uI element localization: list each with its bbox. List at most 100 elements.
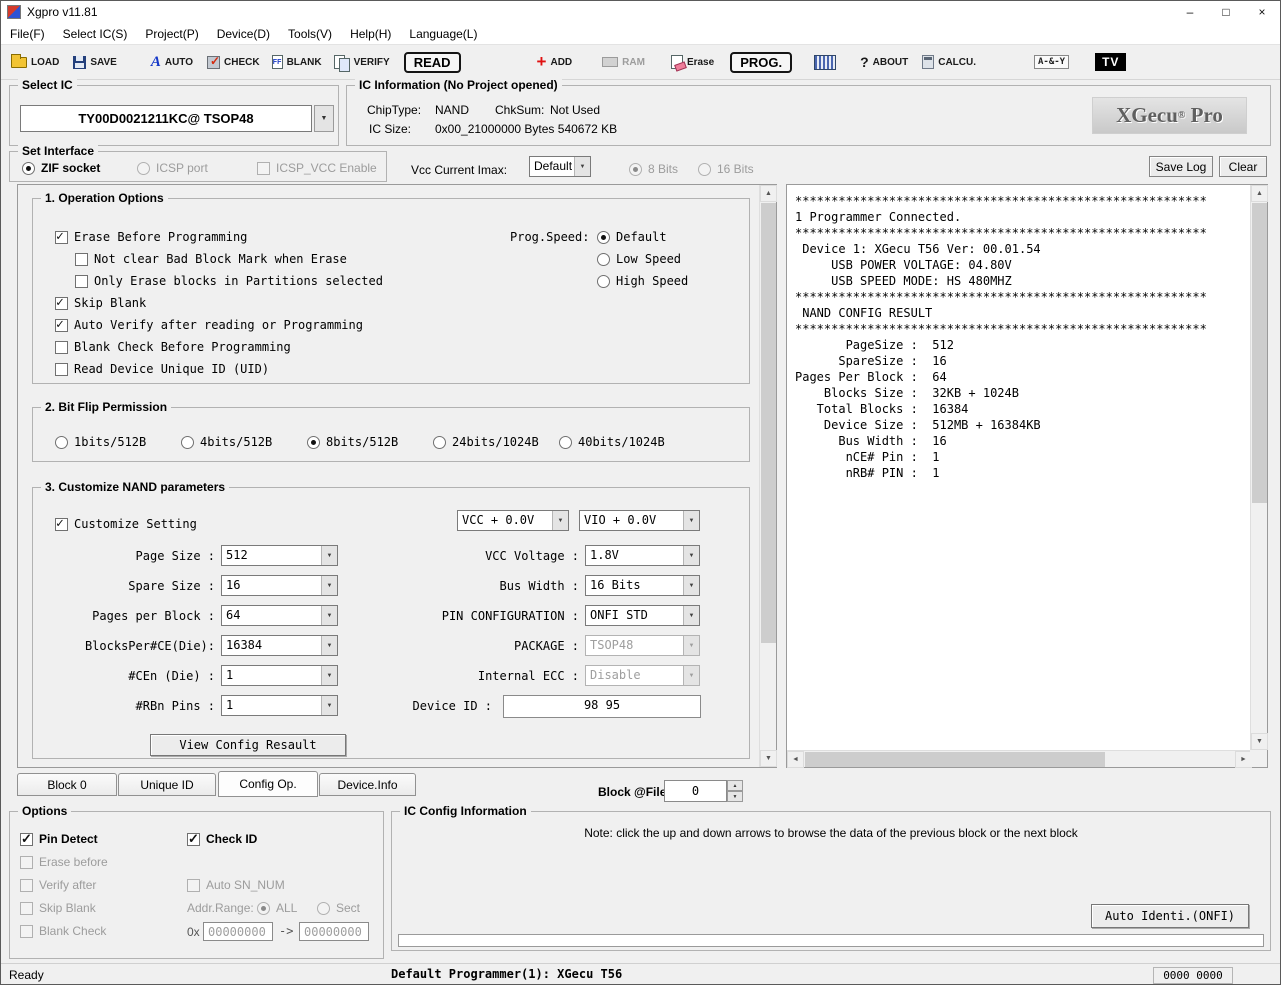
ic-select-combo[interactable]: TY00D0021211KC@ TSOP48 bbox=[20, 105, 312, 132]
menu-project[interactable]: Project(P) bbox=[136, 23, 207, 44]
erase-before-checkbox[interactable]: Erase before bbox=[20, 854, 108, 870]
chevron-down-icon[interactable]: ▼ bbox=[574, 157, 590, 176]
addr-sect-radio[interactable]: Sect bbox=[317, 900, 360, 916]
erase-button[interactable]: Erase bbox=[671, 55, 714, 69]
menu-language[interactable]: Language(L) bbox=[400, 23, 486, 44]
radio-speed-low[interactable]: Low Speed bbox=[597, 251, 681, 267]
checkbox-skip-blank[interactable]: Skip Blank bbox=[55, 295, 146, 311]
menu-file[interactable]: File(F) bbox=[1, 23, 54, 44]
bits8-radio[interactable]: 8 Bits bbox=[629, 161, 678, 177]
check-id-checkbox[interactable]: Check ID bbox=[187, 831, 257, 847]
minimize-button[interactable]: – bbox=[1172, 1, 1208, 23]
calcu-button[interactable]: CALCU. bbox=[922, 55, 976, 69]
bus-width-combo[interactable]: 16 Bits ▼ bbox=[585, 575, 700, 596]
verify-button[interactable]: VERIFY bbox=[334, 55, 390, 70]
checkbox-auto-verify[interactable]: Auto Verify after reading or Programming bbox=[55, 317, 363, 333]
clear-button[interactable]: Clear bbox=[1219, 156, 1267, 177]
pin-configuration-combo[interactable]: ONFI STD ▼ bbox=[585, 605, 700, 626]
addr-from-input[interactable]: 00000000 bbox=[203, 922, 273, 941]
checkbox-customize-setting[interactable]: Customize Setting bbox=[55, 516, 197, 532]
tv-button[interactable]: TV bbox=[1095, 53, 1126, 71]
auto-sn-checkbox[interactable]: Auto SN_NUM bbox=[187, 877, 285, 893]
chevron-down-icon[interactable]: ▼ bbox=[683, 546, 699, 565]
block-file-spinner[interactable]: 0 ▲ ▼ bbox=[664, 780, 743, 802]
ram-button[interactable]: RAM bbox=[602, 57, 645, 68]
log-vscrollbar[interactable]: ▲ ▼ bbox=[1250, 185, 1267, 750]
scroll-up-button[interactable]: ▲ bbox=[760, 185, 777, 202]
vcc-offset-combo[interactable]: VCC + 0.0V ▼ bbox=[457, 510, 569, 531]
icsp-port-radio[interactable]: ICSP port bbox=[137, 160, 208, 176]
cen-die-combo[interactable]: 1 ▼ bbox=[221, 665, 338, 686]
zif-socket-radio[interactable]: ZIF socket bbox=[22, 160, 100, 176]
scrollbar-thumb[interactable] bbox=[1252, 203, 1267, 503]
scroll-up-button[interactable]: ▲ bbox=[1251, 185, 1268, 202]
addr-all-radio[interactable]: ALL bbox=[257, 900, 297, 916]
menu-tools[interactable]: Tools(V) bbox=[279, 23, 341, 44]
auto-button[interactable]: A AUTO bbox=[151, 55, 193, 69]
close-button[interactable]: × bbox=[1244, 1, 1280, 23]
menu-help[interactable]: Help(H) bbox=[341, 23, 400, 44]
chevron-down-icon[interactable]: ▼ bbox=[683, 511, 699, 530]
chevron-down-icon[interactable]: ▼ bbox=[683, 606, 699, 625]
scroll-down-button[interactable]: ▼ bbox=[760, 750, 777, 767]
block-file-input[interactable]: 0 bbox=[664, 780, 727, 802]
checkbox-erase-before-programming[interactable]: Erase Before Programming bbox=[55, 229, 247, 245]
auto-identi-button[interactable]: Auto Identi.(ONFI) bbox=[1091, 904, 1249, 928]
vio-offset-combo[interactable]: VIO + 0.0V ▼ bbox=[579, 510, 700, 531]
checkbox-not-clear-bad-block[interactable]: Not clear Bad Block Mark when Erase bbox=[75, 251, 347, 267]
tab-device-info[interactable]: Device.Info bbox=[319, 773, 416, 796]
checkbox-read-uid[interactable]: Read Device Unique ID (UID) bbox=[55, 361, 269, 377]
spare-size-combo[interactable]: 16 ▼ bbox=[221, 575, 338, 596]
pin-detect-checkbox[interactable]: Pin Detect bbox=[20, 831, 98, 847]
panel-scrollbar[interactable]: ▲ ▼ bbox=[759, 185, 776, 767]
checkbox-only-erase-partitions[interactable]: Only Erase blocks in Partitions selected bbox=[75, 273, 383, 289]
icsp-vcc-checkbox[interactable]: ICSP_VCC Enable bbox=[257, 160, 377, 176]
vcc-voltage-combo[interactable]: 1.8V ▼ bbox=[585, 545, 700, 566]
log-hscrollbar[interactable]: ◄ ► bbox=[787, 750, 1252, 767]
scrollbar-thumb[interactable] bbox=[761, 203, 776, 643]
scroll-down-button[interactable]: ▼ bbox=[1251, 733, 1268, 750]
spin-down-button[interactable]: ▼ bbox=[727, 791, 743, 802]
tab-unique-id[interactable]: Unique ID bbox=[118, 773, 216, 796]
scrollbar-thumb[interactable] bbox=[805, 752, 1105, 767]
load-button[interactable]: LOAD bbox=[11, 57, 59, 68]
radio-speed-high[interactable]: High Speed bbox=[597, 273, 688, 289]
blocks-per-ce-combo[interactable]: 16384 ▼ bbox=[221, 635, 338, 656]
read-button[interactable]: READ bbox=[404, 52, 461, 73]
ic-select-dropdown-button[interactable]: ▼ bbox=[314, 105, 334, 132]
menu-select-ic[interactable]: Select IC(S) bbox=[54, 23, 137, 44]
radio-4bits-512b[interactable]: 4bits/512B bbox=[181, 434, 272, 450]
page-size-combo[interactable]: 512 ▼ bbox=[221, 545, 338, 566]
chevron-down-icon[interactable]: ▼ bbox=[683, 576, 699, 595]
radio-40bits-1024b[interactable]: 40bits/1024B bbox=[559, 434, 665, 450]
blank-check-checkbox[interactable]: Blank Check bbox=[20, 923, 106, 939]
verify-after-checkbox[interactable]: Verify after bbox=[20, 877, 96, 893]
maximize-button[interactable]: □ bbox=[1208, 1, 1244, 23]
prog-button[interactable]: PROG. bbox=[730, 52, 792, 73]
tab-config-op[interactable]: Config Op. bbox=[218, 771, 318, 797]
radio-24bits-1024b[interactable]: 24bits/1024B bbox=[433, 434, 539, 450]
add-button[interactable]: + ADD bbox=[537, 55, 573, 69]
logic-button[interactable]: A-&-Y bbox=[1034, 55, 1069, 69]
chip-stamp-button[interactable] bbox=[814, 55, 836, 70]
spin-up-button[interactable]: ▲ bbox=[727, 780, 743, 791]
addr-to-input[interactable]: 00000000 bbox=[299, 922, 369, 941]
radio-8bits-512b[interactable]: 8bits/512B bbox=[307, 434, 398, 450]
blank-button[interactable]: FF BLANK bbox=[272, 55, 322, 69]
pages-per-block-combo[interactable]: 64 ▼ bbox=[221, 605, 338, 626]
scroll-left-button[interactable]: ◄ bbox=[787, 751, 804, 768]
view-config-button[interactable]: View Config Resault bbox=[150, 734, 346, 756]
device-id-input[interactable]: 98 95 bbox=[503, 695, 701, 718]
tab-block-0[interactable]: Block 0 bbox=[17, 773, 117, 796]
save-log-button[interactable]: Save Log bbox=[1149, 156, 1213, 177]
check-button[interactable]: ✓ CHECK bbox=[207, 56, 260, 69]
save-button[interactable]: SAVE bbox=[73, 56, 117, 69]
about-button[interactable]: ? ABOUT bbox=[860, 54, 908, 70]
checkbox-blank-check-before[interactable]: Blank Check Before Programming bbox=[55, 339, 291, 355]
vcc-imax-combo[interactable]: Default ▼ bbox=[529, 156, 591, 177]
chevron-down-icon[interactable]: ▼ bbox=[552, 511, 568, 530]
skip-blank-checkbox[interactable]: Skip Blank bbox=[20, 900, 96, 916]
radio-1bits-512b[interactable]: 1bits/512B bbox=[55, 434, 146, 450]
radio-speed-default[interactable]: Default bbox=[597, 229, 667, 245]
bits16-radio[interactable]: 16 Bits bbox=[698, 161, 754, 177]
